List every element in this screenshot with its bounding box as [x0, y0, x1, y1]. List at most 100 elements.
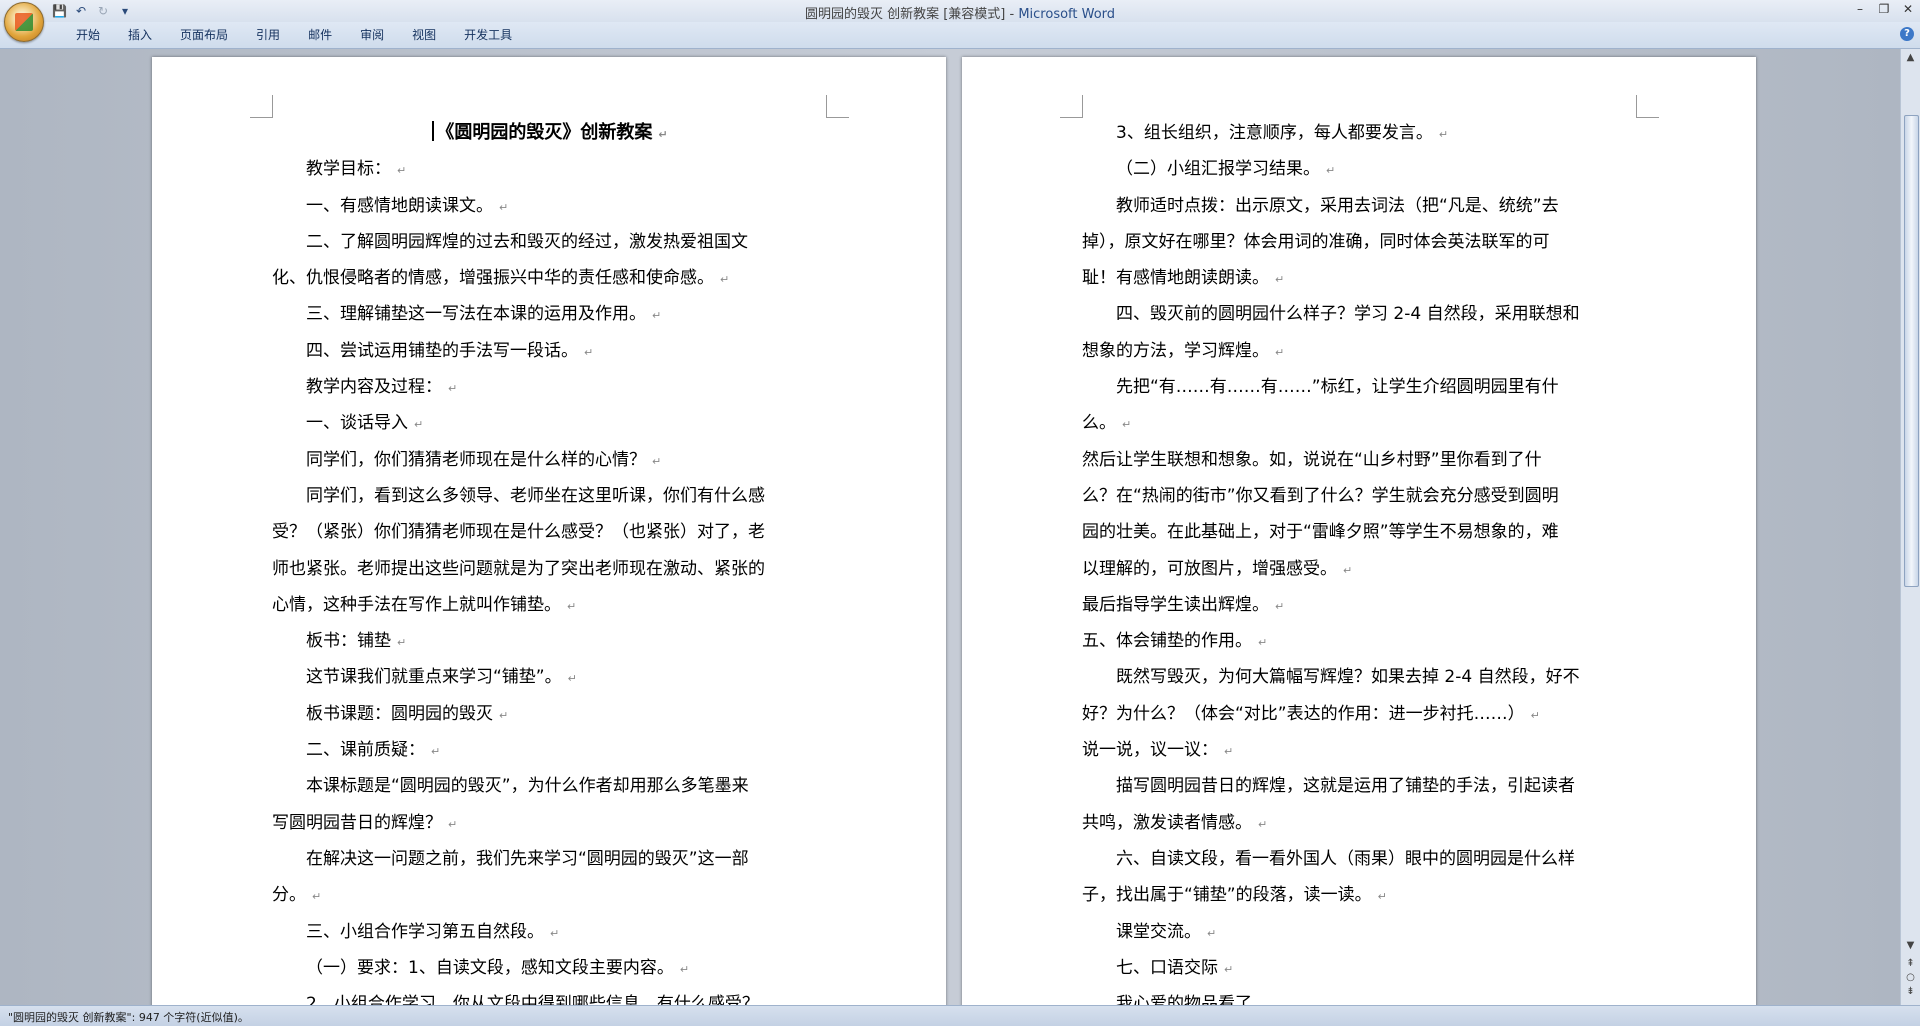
ribbon-tab[interactable]: 审阅 [346, 27, 398, 43]
crop-mark [250, 95, 273, 118]
document-title-heading[interactable]: 《圆明园的毁灭》创新教案 ↵ [272, 115, 828, 151]
ribbon-tab[interactable]: 页面布局 [166, 27, 242, 43]
text-line[interactable]: 一、谈话导入 ↵ [272, 405, 828, 441]
text-line[interactable]: 园的壮美。在此基础上，对于“雷峰夕照”等学生不易想象的，难 [1082, 514, 1638, 550]
text-line[interactable]: 共鸣，激发读者情感。 ↵ [1082, 805, 1638, 841]
text-line[interactable]: 四、尝试运用铺垫的手法写一段话。 ↵ [272, 333, 828, 369]
line-text: 描写圆明园昔日的辉煌，这就是运用了铺垫的手法，引起读者 [1116, 776, 1575, 797]
text-line[interactable]: 先把“有……有……有……”标红，让学生介绍圆明园里有什 [1082, 369, 1638, 405]
text-line[interactable]: 同学们，你们猜猜老师现在是什么样的心情？ ↵ [272, 442, 828, 478]
text-line[interactable]: 教学内容及过程： ↵ [272, 369, 828, 405]
text-line[interactable]: 2、小组合作学习，你从文段中得到哪些信息，有什么感受？ [272, 986, 828, 1005]
ribbon-tab[interactable]: 引用 [242, 27, 294, 43]
text-line[interactable]: 么？在“热闹的街市”你又看到了什么？学生就会充分感受到圆明 [1082, 478, 1638, 514]
scroll-up-icon[interactable]: ▲ [1903, 51, 1918, 65]
title-separator: - [1005, 7, 1019, 22]
line-text: 掉），原文好在哪里？体会用词的准确，同时体会英法联军的可 [1082, 231, 1550, 252]
paragraph-mark-icon: ↵ [499, 200, 509, 214]
minimize-button[interactable]: – [1854, 2, 1866, 16]
text-line[interactable]: 以理解的，可放图片，增强感受。 ↵ [1082, 551, 1638, 587]
text-line[interactable]: 板书：铺垫 ↵ [272, 623, 828, 659]
line-text: 想象的方法，学习辉煌。 [1082, 340, 1269, 361]
title-bar: 💾 ↶ ↻ ▾ 圆明园的毁灭 创新教案 [兼容模式] - Microsoft W… [0, 0, 1920, 22]
text-line[interactable]: 化、仇恨侵略者的情感，增强振兴中华的责任感和使命感。 ↵ [272, 260, 828, 296]
text-line[interactable]: 二、课前质疑： ↵ [272, 732, 828, 768]
line-text: 在解决这一问题之前，我们先来学习“圆明园的毁灭”这一部 [306, 848, 749, 869]
paragraph-mark-icon: ↵ [652, 309, 662, 323]
text-line[interactable]: 3、组长组织，注意顺序，每人都要发言。 ↵ [1082, 115, 1638, 151]
text-line[interactable]: 既然写毁灭，为何大篇幅写辉煌？如果去掉 2-4 自然段，好不 [1082, 659, 1638, 695]
text-line[interactable]: 七、口语交际 ↵ [1082, 950, 1638, 986]
ribbon-tab[interactable]: 视图 [398, 27, 450, 43]
restore-button[interactable]: ❐ [1878, 2, 1890, 16]
text-line[interactable]: 最后指导学生读出辉煌。 ↵ [1082, 587, 1638, 623]
previous-page-icon[interactable]: ⇞ [1903, 957, 1918, 971]
paragraph-mark-icon: ↵ [1377, 890, 1387, 904]
vertical-scrollbar[interactable]: ▲ ▼ ⇞ ○ ⇟ [1900, 49, 1920, 1005]
text-line[interactable]: （二）小组汇报学习结果。 ↵ [1082, 151, 1638, 187]
page-right[interactable]: 3、组长组织，注意顺序，每人都要发言。 ↵ （二）小组汇报学习结果。 ↵ 教师适时点拨：… [962, 57, 1756, 1005]
text-line[interactable]: 这节课我们就重点来学习“铺垫”。 ↵ [272, 659, 828, 695]
text-line[interactable]: 本课标题是“圆明园的毁灭”，为什么作者却用那么多笔墨来 [272, 768, 828, 804]
text-line[interactable]: 描写圆明园昔日的辉煌，这就是运用了铺垫的手法，引起读者 [1082, 768, 1638, 804]
text-line[interactable]: 师也紧张。老师提出这些问题就是为了突出老师现在激动、紧张的 [272, 551, 828, 587]
text-line[interactable]: 想象的方法，学习辉煌。 ↵ [1082, 333, 1638, 369]
paragraph-mark-icon: ↵ [658, 128, 668, 141]
text-line[interactable]: （一）要求：1、自读文段，感知文段主要内容。 ↵ [272, 950, 828, 986]
office-button[interactable] [4, 2, 44, 42]
text-line[interactable]: 六、自读文段，看一看外国人（雨果）眼中的圆明园是什么样 [1082, 841, 1638, 877]
text-line[interactable]: 四、毁灭前的圆明园什么样子？学习 2-4 自然段，采用联想和 [1082, 296, 1638, 332]
text-line[interactable]: 受？（紧张）你们猜猜老师现在是什么感受？（也紧张）对了，老 [272, 514, 828, 550]
text-line[interactable]: 耻！有感情地朗读朗读。 ↵ [1082, 260, 1638, 296]
page-text[interactable]: 《圆明园的毁灭》创新教案 ↵ 教学目标： ↵ 一、有感情地朗读课文。 ↵ 二、了解圆明园辉煌… [272, 115, 828, 1005]
text-line[interactable]: 课堂交流。 ↵ [1082, 914, 1638, 950]
scroll-down-icon[interactable]: ▼ [1903, 939, 1918, 953]
text-line[interactable]: 板书课题：圆明园的毁灭 ↵ [272, 696, 828, 732]
paragraph-mark-icon: ↵ [1224, 745, 1234, 759]
text-line[interactable]: 我心爱的物品看了 [1082, 986, 1638, 1005]
ribbon-tab[interactable]: 插入 [114, 27, 166, 43]
text-line[interactable]: 五、体会铺垫的作用。 ↵ [1082, 623, 1638, 659]
text-line[interactable]: 掉），原文好在哪里？体会用词的准确，同时体会英法联军的可 [1082, 224, 1638, 260]
scroll-thumb[interactable] [1904, 115, 1919, 587]
text-line[interactable]: 然后让学生联想和想象。如，说说在“山乡村野”里你看到了什 [1082, 442, 1638, 478]
text-line[interactable]: 三、小组合作学习第五自然段。 ↵ [272, 914, 828, 950]
status-word-count[interactable]: "圆明园的毁灭 创新教案": 947 个字符(近似值)。 [8, 1009, 249, 1025]
text-line[interactable]: 二、了解圆明园辉煌的过去和毁灭的经过，激发热爱祖国文 [272, 224, 828, 260]
paragraph-mark-icon: ↵ [679, 962, 690, 976]
text-line[interactable]: 写圆明园昔日的辉煌？ ↵ [272, 805, 828, 841]
page-text[interactable]: 3、组长组织，注意顺序，每人都要发言。 ↵ （二）小组汇报学习结果。 ↵ 教师适时点拨：… [1082, 115, 1638, 1005]
line-text: 这节课我们就重点来学习“铺垫”。 [306, 667, 562, 688]
text-line[interactable]: 教师适时点拨：出示原文，采用去词法（把“凡是、统统”去 [1082, 188, 1638, 224]
text-line[interactable]: 么。 ↵ [1082, 405, 1638, 441]
close-button[interactable]: ✕ [1902, 2, 1914, 16]
ribbon-tab[interactable]: 开始 [62, 27, 114, 43]
ribbon-tab[interactable]: 开发工具 [450, 27, 526, 43]
line-text: 板书：铺垫 [306, 631, 391, 652]
line-text: 四、尝试运用铺垫的手法写一段话。 [306, 340, 578, 361]
line-text: 二、了解圆明园辉煌的过去和毁灭的经过，激发热爱祖国文 [306, 231, 748, 252]
browse-object-icon[interactable]: ○ [1903, 971, 1918, 985]
text-line[interactable]: 好？为什么？（体会“对比”表达的作用：进一步衬托……） ↵ [1082, 696, 1638, 732]
text-line[interactable]: 子，找出属于“铺垫”的段落，读一读。 ↵ [1082, 877, 1638, 913]
text-line[interactable]: 心情，这种手法在写作上就叫作铺垫。 ↵ [272, 587, 828, 623]
document-workspace[interactable]: 《圆明园的毁灭》创新教案 ↵ 教学目标： ↵ 一、有感情地朗读课文。 ↵ 二、了解圆明园辉煌… [0, 49, 1900, 1005]
ribbon-tab[interactable]: 邮件 [294, 27, 346, 43]
line-text: 3、组长组织，注意顺序，每人都要发言。 [1116, 123, 1433, 143]
text-line[interactable]: 三、理解铺垫这一写法在本课的运用及作用。 ↵ [272, 296, 828, 332]
paragraph-mark-icon: ↵ [1275, 599, 1285, 613]
text-line[interactable]: 一、有感情地朗读课文。 ↵ [272, 188, 828, 224]
help-icon[interactable]: ? [1900, 27, 1914, 41]
page-left[interactable]: 《圆明园的毁灭》创新教案 ↵ 教学目标： ↵ 一、有感情地朗读课文。 ↵ 二、了解圆明园辉煌… [152, 57, 946, 1005]
line-text: 受？（紧张）你们猜猜老师现在是什么感受？（也紧张）对了，老 [272, 522, 765, 543]
paragraph-mark-icon: ↵ [1438, 128, 1449, 141]
text-line[interactable]: 在解决这一问题之前，我们先来学习“圆明园的毁灭”这一部 [272, 841, 828, 877]
paragraph-mark-icon: ↵ [1530, 708, 1540, 722]
text-line[interactable]: 分。 ↵ [272, 877, 828, 913]
next-page-icon[interactable]: ⇟ [1903, 985, 1918, 999]
text-line[interactable]: 说一说，议一议： ↵ [1082, 732, 1638, 768]
app-name: Microsoft Word [1018, 7, 1116, 22]
text-line[interactable]: 教学目标： ↵ [272, 151, 828, 187]
text-line[interactable]: 同学们，看到这么多领导、老师坐在这里听课，你们有什么感 [272, 478, 828, 514]
line-text: 课堂交流。 [1116, 921, 1201, 942]
